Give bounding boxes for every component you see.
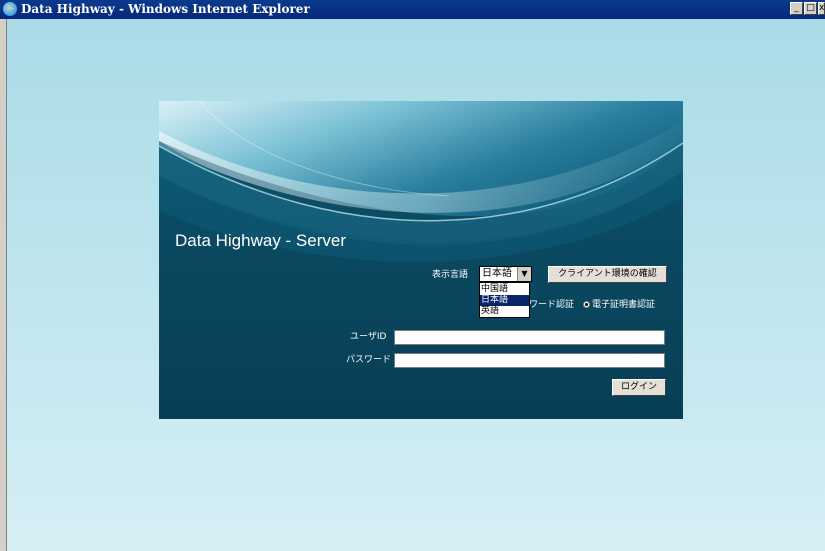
certificate-auth-label: 電子証明書認証 bbox=[592, 300, 656, 310]
language-option-chinese[interactable]: 中国語 bbox=[480, 284, 529, 295]
window-frame-left bbox=[0, 19, 7, 551]
user-id-input[interactable] bbox=[394, 330, 665, 345]
user-id-label: ユーザID bbox=[350, 332, 387, 342]
client-environment-check-button[interactable]: クライアント環境の確認 bbox=[548, 266, 667, 283]
login-button[interactable]: ログイン bbox=[612, 379, 666, 396]
minimize-button[interactable]: _ bbox=[790, 2, 803, 15]
wave-header-graphic bbox=[159, 101, 683, 419]
window-title: Data Highway - Windows Internet Explorer bbox=[21, 2, 310, 16]
certificate-auth-radio[interactable] bbox=[583, 301, 590, 308]
password-auth-label: ワード認証 bbox=[529, 300, 575, 310]
window-titlebar: Data Highway - Windows Internet Explorer… bbox=[0, 0, 825, 19]
close-button[interactable]: x bbox=[818, 2, 825, 15]
language-label: 表示言語 bbox=[432, 270, 469, 280]
language-select[interactable]: 日本語 ▼ bbox=[479, 266, 532, 282]
language-selected-value: 日本語 bbox=[482, 268, 512, 279]
maximize-button[interactable]: □ bbox=[804, 2, 817, 15]
server-title: Data Highway - Server bbox=[175, 231, 347, 250]
login-panel: Data Highway - Server 表示言語 日本語 ▼ クライアント環… bbox=[159, 101, 683, 419]
internet-explorer-icon bbox=[3, 2, 17, 16]
language-dropdown-list: 中国語 日本語 英語 bbox=[479, 282, 530, 318]
password-label: パスワード bbox=[346, 355, 392, 365]
language-option-english[interactable]: 英語 bbox=[480, 306, 529, 317]
chevron-down-icon[interactable]: ▼ bbox=[517, 267, 531, 281]
language-option-japanese[interactable]: 日本語 bbox=[480, 295, 529, 306]
password-input[interactable] bbox=[394, 353, 665, 368]
